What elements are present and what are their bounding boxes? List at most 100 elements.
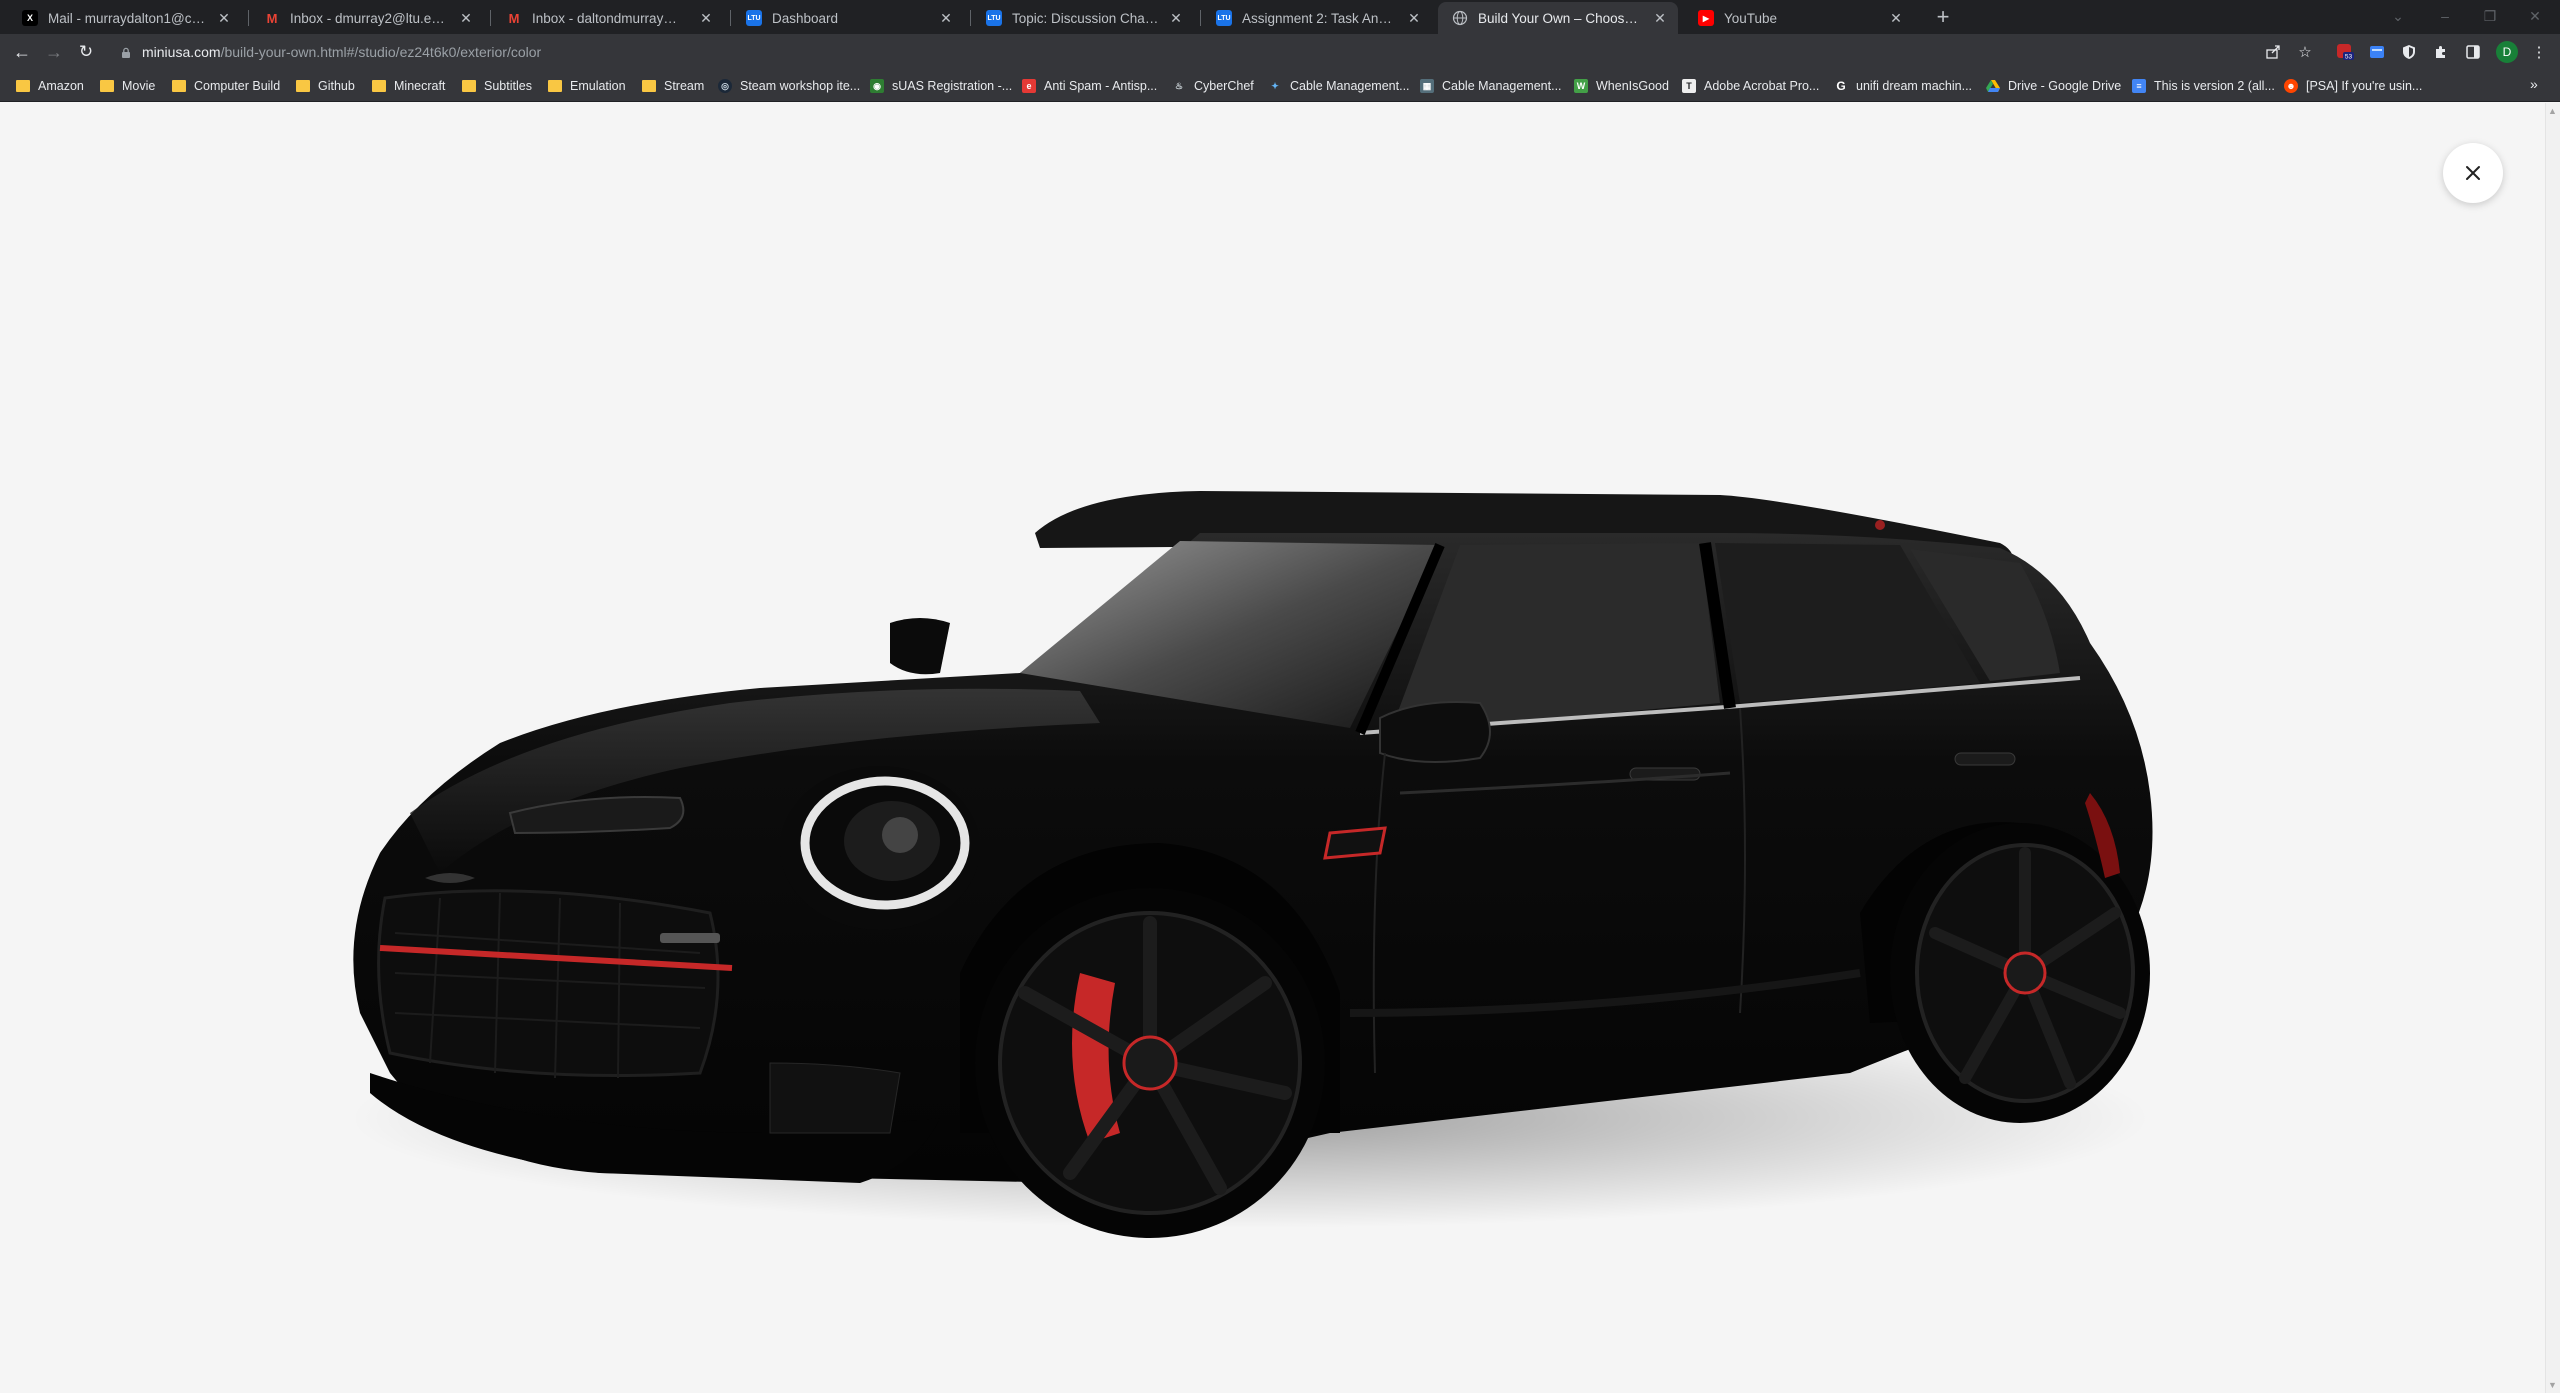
bookmark-cable-management-1[interactable]: ✦ Cable Management... <box>1268 76 1409 96</box>
gmail-icon: M <box>266 10 278 26</box>
tab-title: Mail - murraydalton1@comcast.net <box>48 10 208 26</box>
share-icon[interactable] <box>2264 43 2282 61</box>
folder-icon <box>296 80 310 92</box>
bookmark-folder[interactable]: Amazon <box>16 76 84 96</box>
url-host: miniusa.com <box>142 44 221 60</box>
tab-build-your-own[interactable]: Build Your Own – Choose Exterior ✕ <box>1438 2 1678 34</box>
folder-icon <box>16 80 30 92</box>
bookmarks-bar: Amazon Movie Computer Build Github Minec… <box>0 70 2560 102</box>
bookmark-folder[interactable]: Minecraft <box>372 76 445 96</box>
antispam-icon: e <box>1022 79 1036 93</box>
close-fullscreen-button[interactable] <box>2443 143 2503 203</box>
ltu-icon: LTU <box>746 10 762 26</box>
reload-button[interactable]: ↻ <box>74 40 98 64</box>
scroll-up-arrow-icon[interactable]: ▲ <box>2548 106 2557 116</box>
bookmark-steam[interactable]: ◎ Steam workshop ite... <box>718 76 860 96</box>
whenisgood-icon: W <box>1574 79 1588 93</box>
x-icon: X <box>22 10 38 26</box>
bookmark-wheinsgood[interactable]: W WhenIsGood <box>1574 76 1669 96</box>
close-tab-icon[interactable]: ✕ <box>1406 10 1422 26</box>
steam-icon: ◎ <box>718 79 732 93</box>
bookmark-folder[interactable]: Movie <box>100 76 155 96</box>
tab-youtube[interactable]: ▶ YouTube ✕ <box>1684 2 1914 34</box>
shield-extension-icon[interactable] <box>2400 43 2418 61</box>
car-image <box>300 373 2200 1343</box>
extension-blue-icon[interactable] <box>2368 43 2386 61</box>
bookmark-folder[interactable]: Github <box>296 76 355 96</box>
folder-icon <box>642 80 656 92</box>
minimize-button[interactable]: – <box>2425 4 2465 28</box>
back-button[interactable]: ← <box>10 40 34 64</box>
bookmark-folder[interactable]: Subtitles <box>462 76 532 96</box>
url-path: /build-your-own.html#/studio/ez24t6k0/ex… <box>220 44 542 60</box>
car-configurator-view <box>0 103 2545 1393</box>
close-tab-icon[interactable]: ✕ <box>1168 10 1184 26</box>
tab-inbox-gmail[interactable]: M Inbox - daltondmurray@gmail.com ✕ <box>492 2 724 34</box>
close-tab-icon[interactable]: ✕ <box>216 10 232 26</box>
bookmark-cyberchef[interactable]: ♨ CyberChef <box>1172 76 1254 96</box>
tab-dashboard[interactable]: LTU Dashboard ✕ <box>732 2 964 34</box>
bookmark-folder[interactable]: Emulation <box>548 76 626 96</box>
bookmark-reddit[interactable]: ☻ [PSA] If you're usin... <box>2284 76 2422 96</box>
bookmark-antispam[interactable]: e Anti Spam - Antisp... <box>1022 76 1157 96</box>
tab-title: YouTube <box>1724 10 1778 26</box>
extensions-puzzle-icon[interactable] <box>2432 43 2450 61</box>
folder-icon <box>462 80 476 92</box>
chef-hat-icon: ♨ <box>1174 80 1184 91</box>
close-tab-icon[interactable]: ✕ <box>458 10 474 26</box>
close-tab-icon[interactable]: ✕ <box>1652 10 1668 26</box>
tab-title: Dashboard <box>772 10 839 26</box>
google-docs-icon: ≡ <box>2132 79 2146 93</box>
scroll-down-arrow-icon[interactable]: ▼ <box>2548 1380 2557 1390</box>
tab-title: Inbox - daltondmurray@gmail.com <box>532 10 690 26</box>
bookmarks-overflow-icon[interactable]: » <box>2530 76 2538 92</box>
close-tab-icon[interactable]: ✕ <box>938 10 954 26</box>
bookmark-adobe-acrobat[interactable]: T Adobe Acrobat Pro... <box>1682 76 1819 96</box>
new-tab-button[interactable]: + <box>1930 5 1956 31</box>
close-icon <box>2466 166 2480 180</box>
tab-inbox-ltu[interactable]: M Inbox - dmurray2@ltu.edu - Lawrence ✕ <box>250 2 484 34</box>
youtube-icon: ▶ <box>1698 10 1714 26</box>
reddit-icon: ☻ <box>2284 79 2298 93</box>
google-icon: G <box>1836 79 1846 93</box>
tab-discussion[interactable]: LTU Topic: Discussion Chapter 3 - D ✕ <box>972 2 1194 34</box>
ltu-icon: LTU <box>986 10 1002 26</box>
tab-mail[interactable]: X Mail - murraydalton1@comcast.net ✕ <box>8 2 242 34</box>
bookmark-star-icon[interactable]: ☆ <box>2296 43 2314 61</box>
folder-icon <box>548 80 562 92</box>
close-tab-icon[interactable]: ✕ <box>1888 10 1904 26</box>
cable-icon: ✦ <box>1271 80 1279 91</box>
browser-toolbar: ← → ↻ miniusa.com/build-your-own.html#/s… <box>0 34 2560 70</box>
close-tab-icon[interactable]: ✕ <box>698 10 714 26</box>
browser-menu-icon[interactable]: ⋮ <box>2530 43 2548 61</box>
bookmark-cable-management-2[interactable]: ▦ Cable Management... <box>1420 76 1562 96</box>
tab-assignment[interactable]: LTU Assignment 2: Task Analysis / M ✕ <box>1202 2 1432 34</box>
maximize-button[interactable]: ❐ <box>2470 4 2510 28</box>
bookmark-folder[interactable]: Stream <box>642 76 704 96</box>
bookmark-google-drive[interactable]: Drive - Google Drive <box>1986 76 2121 96</box>
bookmark-google-doc[interactable]: ≡ This is version 2 (all... <box>2132 76 2275 96</box>
globe-icon <box>1452 10 1468 26</box>
lock-icon[interactable] <box>120 46 132 58</box>
extension-red-icon[interactable]: 53 <box>2336 43 2354 61</box>
forward-button[interactable]: → <box>42 40 66 64</box>
bookmark-folder[interactable]: Computer Build <box>172 76 280 96</box>
bookmark-unifi[interactable]: Gunifi dream machin... <box>1834 76 1972 96</box>
profile-avatar[interactable]: D <box>2496 41 2518 63</box>
ltu-icon: LTU <box>1216 10 1232 26</box>
gmail-icon: M <box>508 10 520 26</box>
tab-title: Inbox - dmurray2@ltu.edu - Lawrence <box>290 10 450 26</box>
tab-search-icon[interactable]: ⌄ <box>2378 4 2418 28</box>
cable-icon: ▦ <box>1420 79 1434 93</box>
tab-strip: X Mail - murraydalton1@comcast.net ✕ M I… <box>0 0 2560 34</box>
bookmark-suas[interactable]: ◉ sUAS Registration -... <box>870 76 1012 96</box>
window-close-button[interactable]: ✕ <box>2515 4 2555 28</box>
folder-icon <box>100 80 114 92</box>
tab-title: Assignment 2: Task Analysis / M <box>1242 10 1398 26</box>
google-drive-icon <box>1986 79 2000 93</box>
address-bar[interactable]: miniusa.com/build-your-own.html#/studio/… <box>110 38 2310 66</box>
side-panel-icon[interactable] <box>2464 43 2482 61</box>
tab-title: Build Your Own – Choose Exterior <box>1478 10 1644 26</box>
folder-icon <box>372 80 386 92</box>
page-scrollbar[interactable] <box>2545 103 2560 1393</box>
